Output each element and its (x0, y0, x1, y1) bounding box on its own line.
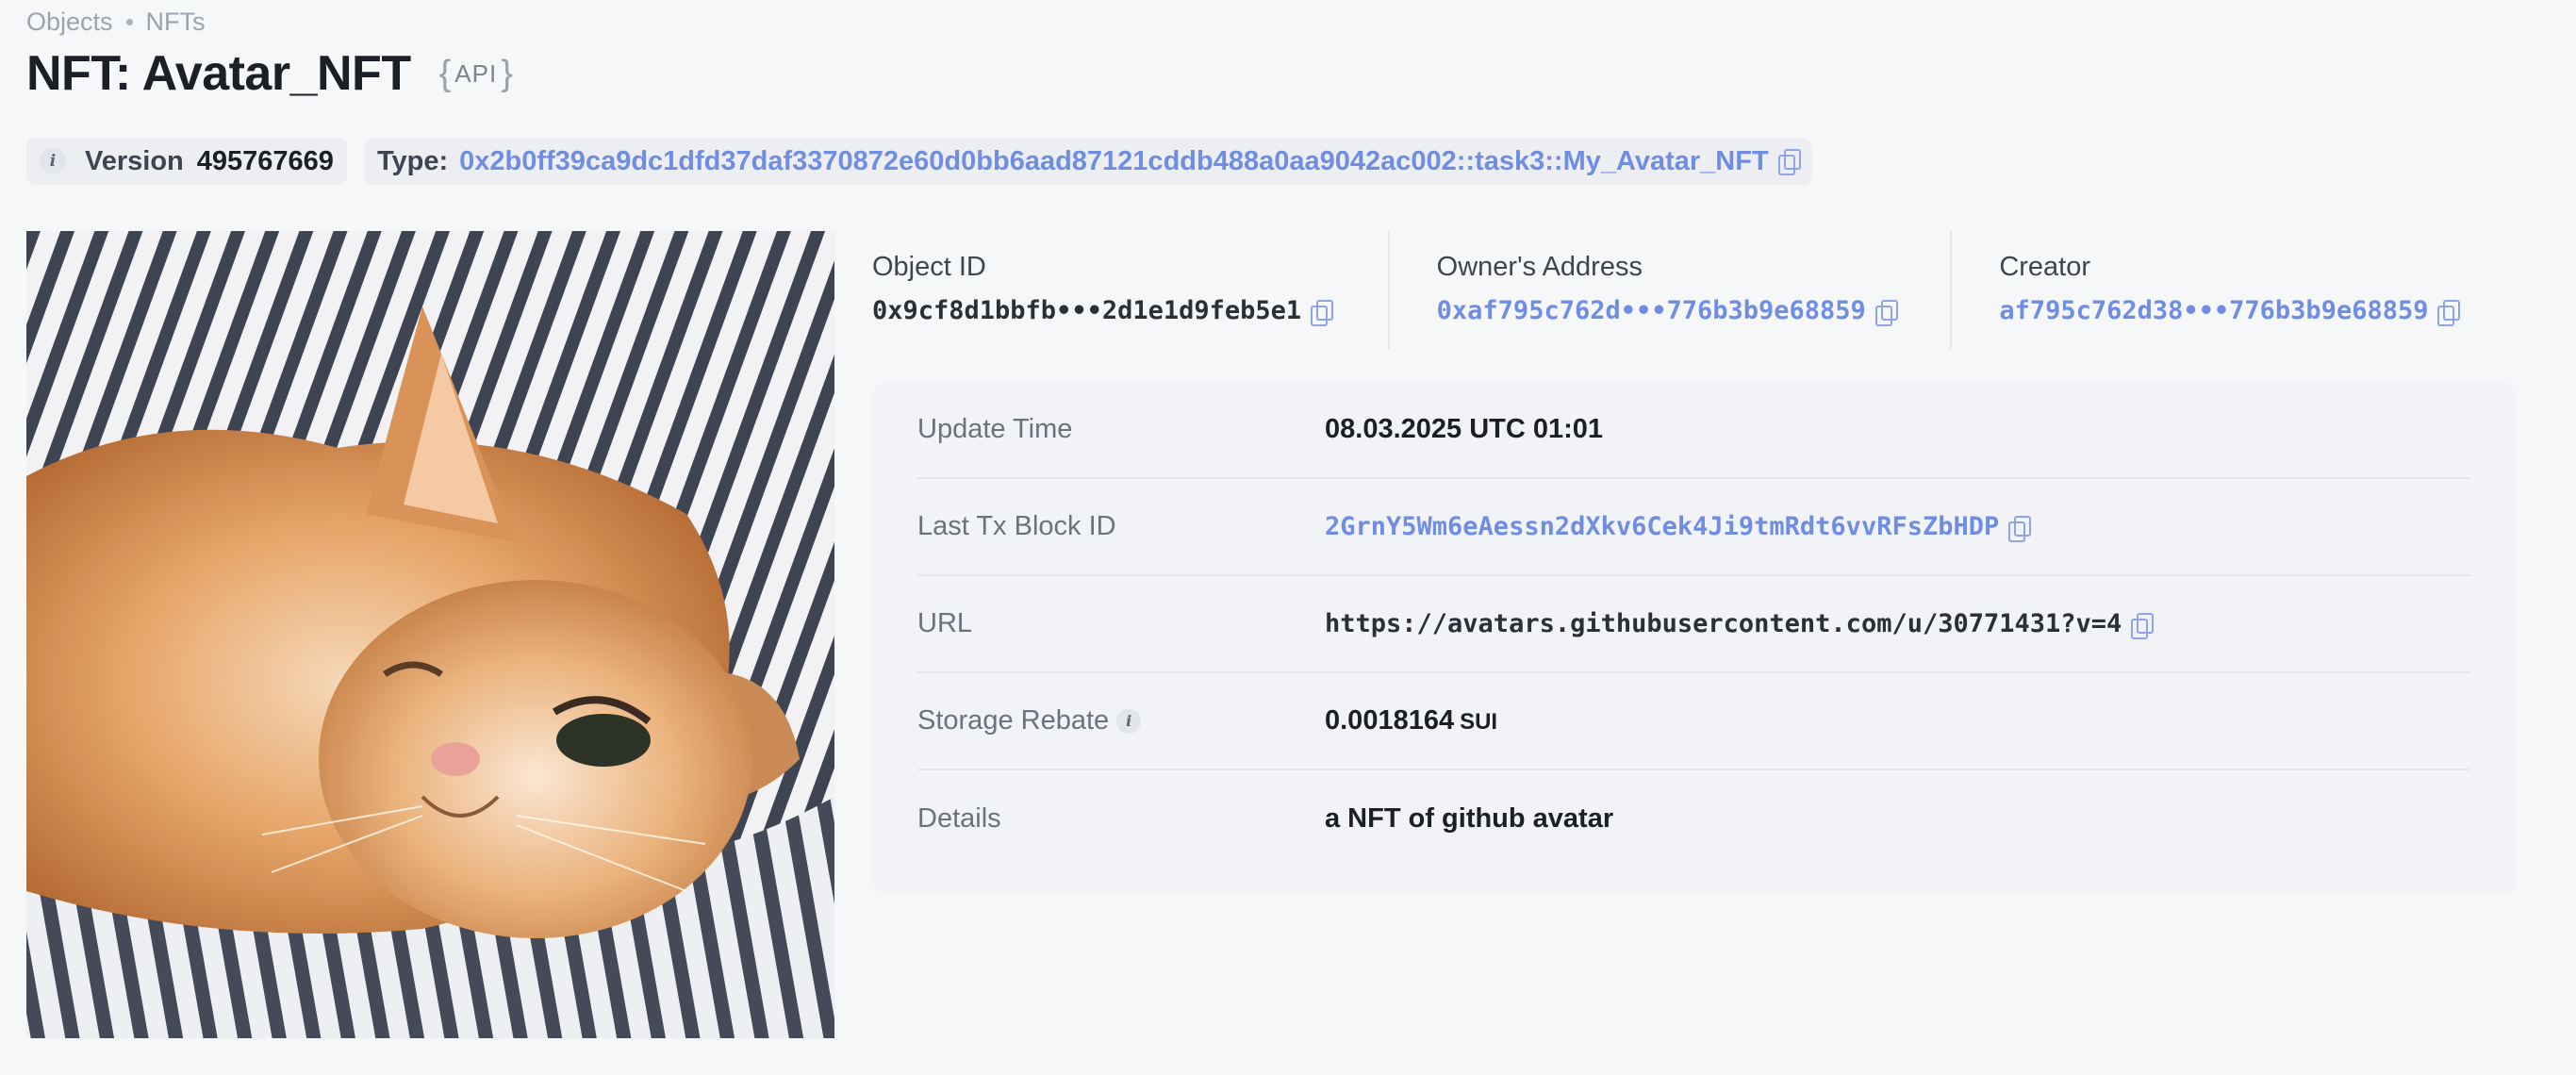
api-label: API (454, 58, 498, 88)
object-id-column: Object ID 0x9cf8d1bbfb•••2d1e1d9feb5e1 (872, 231, 1388, 349)
info-icon[interactable]: i (40, 148, 66, 174)
details-card: Update Time 08.03.2025 UTC 01:01 Last Tx… (872, 382, 2516, 894)
type-label: Type: (376, 145, 449, 176)
breadcrumb-separator (125, 19, 133, 25)
storage-rebate-amount: 0.0018164 (1325, 705, 1455, 736)
owner-address-link[interactable]: 0xaf795c762d•••776b3b9e68859 (1437, 296, 1866, 325)
version-label: Version (85, 145, 184, 176)
title-row: NFT: Avatar_NFT { API } (26, 45, 513, 102)
meta-row: i Version 495767669 Type: 0x2b0ff39ca9dc… (26, 138, 1812, 185)
storage-rebate-value: 0.0018164 SUI (1325, 705, 1497, 736)
id-row: Object ID 0x9cf8d1bbfb•••2d1e1d9feb5e1 O… (872, 231, 2513, 349)
object-id-text: 0x9cf8d1bbfb•••2d1e1d9feb5e1 (872, 296, 1302, 325)
detail-row-last-tx: Last Tx Block ID 2GrnY5Wm6eAessn2dXkv6Ce… (917, 479, 2470, 576)
copy-icon[interactable] (2131, 612, 2155, 639)
last-tx-label: Last Tx Block ID (917, 511, 1116, 541)
url-text: https://avatars.githubusercontent.com/u/… (1325, 609, 2122, 638)
owner-address-value: 0xaf795c762d•••776b3b9e68859 (1437, 296, 1951, 326)
page-title: NFT: Avatar_NFT (26, 46, 411, 101)
creator-label: Creator (1999, 252, 2091, 282)
detail-row-storage-rebate: Storage Rebate i 0.0018164 SUI (917, 673, 2470, 770)
detail-row-details: Details a NFT of github avatar (917, 770, 2470, 868)
object-id-value: 0x9cf8d1bbfb•••2d1e1d9feb5e1 (872, 296, 1388, 326)
update-time-label: Update Time (917, 414, 1073, 444)
type-link[interactable]: 0x2b0ff39ca9dc1dfd37daf3370872e60d0bb6aa… (459, 146, 1769, 177)
type-pill: Type: 0x2b0ff39ca9dc1dfd37daf3370872e60d… (363, 138, 1812, 185)
version-value: 495767669 (196, 145, 334, 176)
url-label: URL (917, 608, 973, 638)
breadcrumb-nfts[interactable]: NFTs (146, 8, 206, 37)
breadcrumb: Objects NFTs (26, 8, 206, 37)
creator-value: af795c762d38•••776b3b9e68859 (1999, 296, 2513, 326)
copy-icon[interactable] (1874, 299, 1898, 326)
storage-rebate-label-text: Storage Rebate (917, 705, 1110, 736)
cat-avatar-image (26, 231, 834, 1038)
storage-rebate-unit: SUI (1460, 709, 1498, 735)
details-label: Details (917, 803, 1001, 834)
details-value: a NFT of github avatar (1325, 803, 1614, 834)
copy-icon[interactable] (2437, 299, 2461, 326)
detail-row-url: URL https://avatars.githubusercontent.co… (917, 576, 2470, 673)
creator-link[interactable]: af795c762d38•••776b3b9e68859 (1999, 296, 2428, 325)
last-tx-link[interactable]: 2GrnY5Wm6eAessn2dXkv6Cek4Ji9tmRdt6vvRFsZ… (1325, 512, 1999, 541)
last-tx-value: 2GrnY5Wm6eAessn2dXkv6Cek4Ji9tmRdt6vvRFsZ… (1325, 512, 2032, 542)
creator-column: Creator af795c762d38•••776b3b9e68859 (1950, 231, 2513, 349)
breadcrumb-objects[interactable]: Objects (26, 8, 113, 37)
info-icon[interactable]: i (1116, 708, 1142, 734)
storage-rebate-label: Storage Rebate i (917, 705, 1325, 736)
api-button[interactable]: { API } (439, 54, 513, 94)
copy-icon[interactable] (1777, 149, 1801, 175)
detail-row-update-time: Update Time 08.03.2025 UTC 01:01 (917, 382, 2470, 479)
owner-address-column: Owner's Address 0xaf795c762d•••776b3b9e6… (1387, 231, 1951, 349)
object-id-label: Object ID (872, 252, 986, 282)
owner-address-label: Owner's Address (1436, 252, 1643, 282)
url-value: https://avatars.githubusercontent.com/u/… (1325, 609, 2155, 639)
brace-close-icon: } (501, 53, 513, 93)
nft-image (26, 231, 834, 1038)
brace-open-icon: { (438, 53, 452, 93)
update-time-value: 08.03.2025 UTC 01:01 (1325, 414, 1604, 444)
copy-icon[interactable] (1311, 299, 1334, 326)
version-pill: i Version 495767669 (26, 138, 347, 185)
copy-icon[interactable] (2008, 515, 2032, 542)
